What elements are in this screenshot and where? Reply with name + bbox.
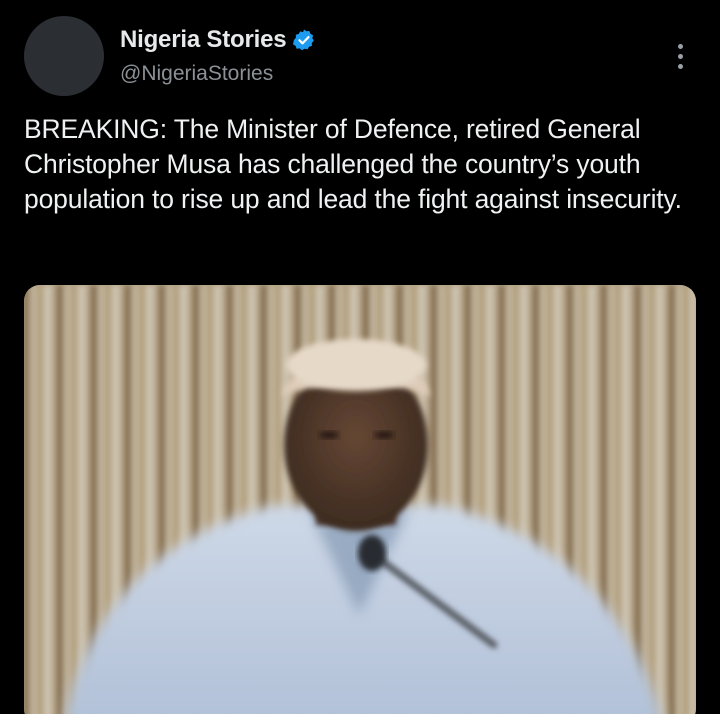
- tweet-text: BREAKING: The Minister of Defence, retir…: [24, 114, 682, 214]
- avatar[interactable]: [24, 16, 104, 96]
- author-display-name[interactable]: Nigeria Stories: [120, 26, 287, 54]
- verified-badge-icon: [292, 28, 316, 52]
- author-handle[interactable]: @NigeriaStories: [120, 62, 273, 86]
- author-name-row: Nigeria Stories: [120, 24, 316, 56]
- video-frame-image: [24, 285, 696, 714]
- more-options-icon[interactable]: [664, 38, 696, 74]
- video-thumbnail[interactable]: [24, 285, 696, 714]
- tweet-card: Nigeria Stories @NigeriaStories BREAKING…: [0, 0, 720, 714]
